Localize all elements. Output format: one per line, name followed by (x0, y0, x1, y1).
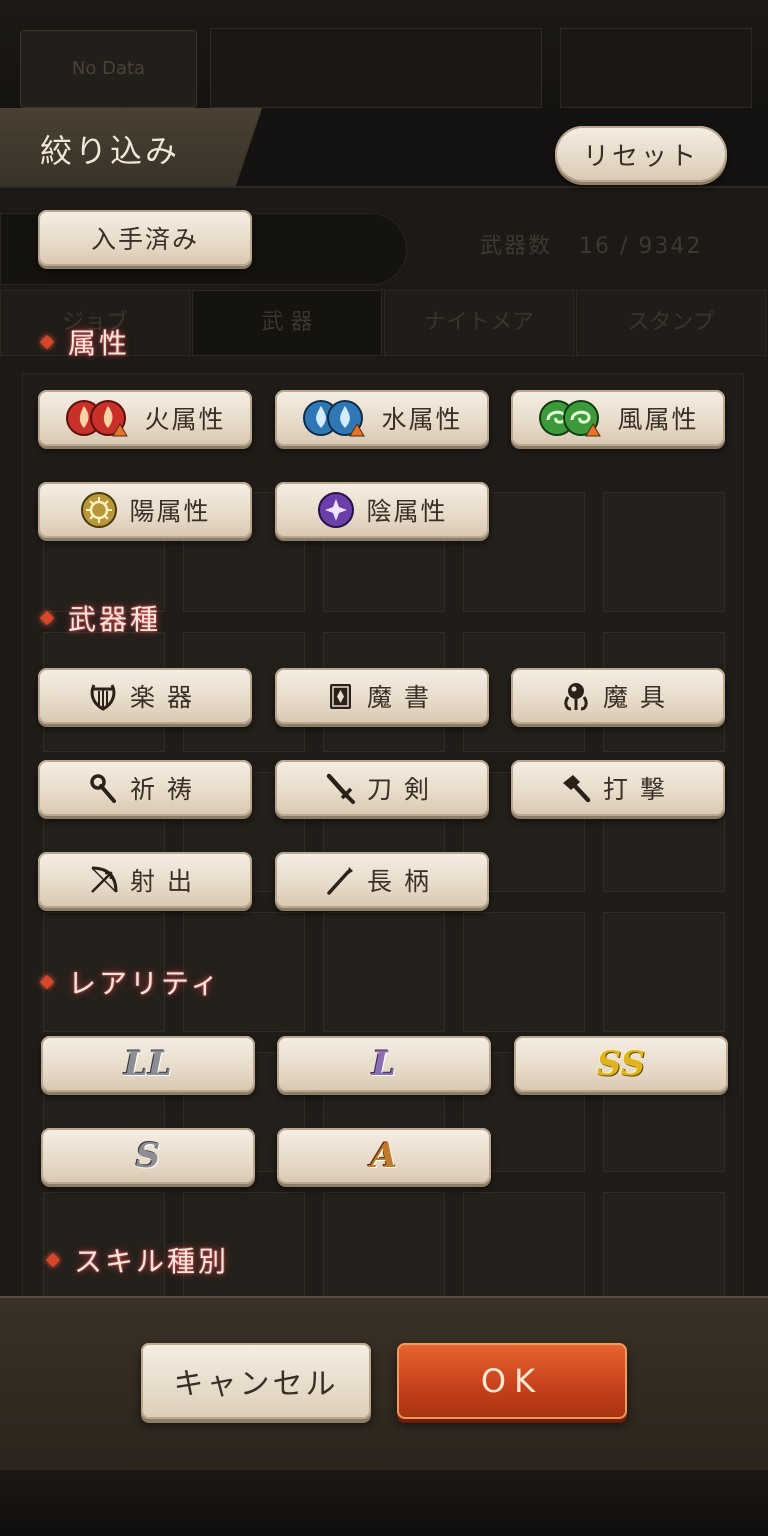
rarity-s-label: S (135, 1136, 161, 1176)
section-header-skill-type: スキル種別 (45, 1240, 230, 1280)
section-header-rarity: レアリティ (39, 962, 222, 1002)
sun-element-icon (79, 490, 119, 530)
filter-rarity-s-button[interactable]: S (41, 1128, 255, 1184)
filter-water-label: 水属性 (381, 405, 463, 434)
filter-polearm-label: 長柄 (366, 867, 441, 896)
weapon-count-value: 16 / 9342 (579, 234, 703, 259)
weapon-count-label: 武器数 (480, 234, 553, 259)
no-data-slot: No Data (20, 30, 197, 108)
section-title: スキル種別 (74, 1245, 230, 1278)
filter-water-button[interactable]: 水属性 (275, 390, 489, 446)
filter-prayer-button[interactable]: 祈祷 (38, 760, 252, 816)
sword-icon (323, 771, 357, 805)
diamond-bullet-icon (39, 334, 55, 350)
background-slot (560, 28, 752, 108)
book-icon (323, 679, 357, 713)
filter-rarity-l-button[interactable]: L (277, 1036, 491, 1092)
filter-rarity-ll-button[interactable]: LL (41, 1036, 255, 1092)
filter-blunt-label: 打撃 (602, 775, 677, 804)
filter-polearm-button[interactable]: 長柄 (275, 852, 489, 908)
bow-icon (86, 863, 120, 897)
page-title: 絞り込み (40, 132, 181, 170)
background-tab: 武 器 (192, 290, 382, 356)
filter-instrument-label: 楽器 (129, 683, 204, 712)
owned-filter-label: 入手済み (90, 225, 199, 254)
fire-element-icon (64, 398, 134, 438)
filter-rarity-ss-button[interactable]: SS (514, 1036, 728, 1092)
background-weapon-card (323, 1192, 445, 1312)
section-title: 武器種 (68, 603, 162, 636)
no-data-label: No Data (71, 58, 146, 79)
background-weapon-card (603, 1192, 725, 1312)
filter-tome-button[interactable]: 魔書 (275, 668, 489, 724)
hammer-icon (559, 771, 593, 805)
moon-element-icon (316, 490, 356, 530)
filter-artifact-button[interactable]: 魔具 (511, 668, 725, 724)
background-weapon-card (603, 912, 725, 1032)
orb-icon (559, 679, 593, 713)
filter-blunt-button[interactable]: 打撃 (511, 760, 725, 816)
background-weapon-count: 武器数 16 / 9342 (480, 228, 702, 260)
background-top-bar: No Data (0, 0, 768, 108)
water-element-icon (301, 398, 371, 438)
filter-wind-label: 風属性 (617, 405, 699, 434)
section-header-weapon-type: 武器種 (39, 598, 162, 638)
filter-sword-button[interactable]: 刀剣 (275, 760, 489, 816)
lyre-icon (86, 679, 120, 713)
filter-fire-label: 火属性 (144, 405, 226, 434)
cancel-button[interactable]: キャンセル (141, 1343, 371, 1419)
background-bottom-bar (0, 1470, 768, 1536)
diamond-bullet-icon (45, 1252, 61, 1268)
background-weapon-card (463, 1192, 585, 1312)
reset-button[interactable]: リセット (555, 126, 727, 182)
diamond-bullet-icon (39, 974, 55, 990)
filter-dark-button[interactable]: 陰属性 (275, 482, 489, 538)
wind-element-icon (537, 398, 607, 438)
filter-fire-button[interactable]: 火属性 (38, 390, 252, 446)
filter-wind-button[interactable]: 風属性 (511, 390, 725, 446)
background-weapon-card (463, 912, 585, 1032)
background-tab: スタンプ (576, 290, 766, 356)
rarity-ss-label: SS (596, 1044, 646, 1084)
filter-light-label: 陽属性 (129, 497, 211, 526)
background-weapon-card (603, 492, 725, 612)
background-slot (210, 28, 542, 108)
section-header-attribute: 属性 (39, 322, 131, 362)
rarity-ll-label: LL (124, 1044, 172, 1084)
section-title: レアリティ (68, 967, 222, 1000)
staff-icon (86, 771, 120, 805)
filter-rarity-a-button[interactable]: A (277, 1128, 491, 1184)
filter-artifact-label: 魔具 (602, 683, 677, 712)
rarity-a-label: A (370, 1136, 398, 1176)
owned-filter-button[interactable]: 入手済み (38, 210, 252, 266)
dialog-footer (0, 1296, 768, 1472)
diamond-bullet-icon (39, 610, 55, 626)
spear-icon (323, 863, 357, 897)
background-weapon-card (323, 912, 445, 1032)
filter-ranged-button[interactable]: 射出 (38, 852, 252, 908)
section-title: 属性 (68, 327, 131, 360)
filter-sword-label: 刀剣 (366, 775, 441, 804)
filter-ranged-label: 射出 (129, 867, 204, 896)
filter-dark-label: 陰属性 (366, 497, 448, 526)
filter-tome-label: 魔書 (366, 683, 441, 712)
background-tab: ナイトメア (384, 290, 574, 356)
filter-prayer-label: 祈祷 (129, 775, 204, 804)
rarity-l-label: L (372, 1044, 396, 1084)
filter-light-button[interactable]: 陽属性 (38, 482, 252, 538)
filter-instrument-button[interactable]: 楽器 (38, 668, 252, 724)
ok-button[interactable]: OK (397, 1343, 627, 1419)
